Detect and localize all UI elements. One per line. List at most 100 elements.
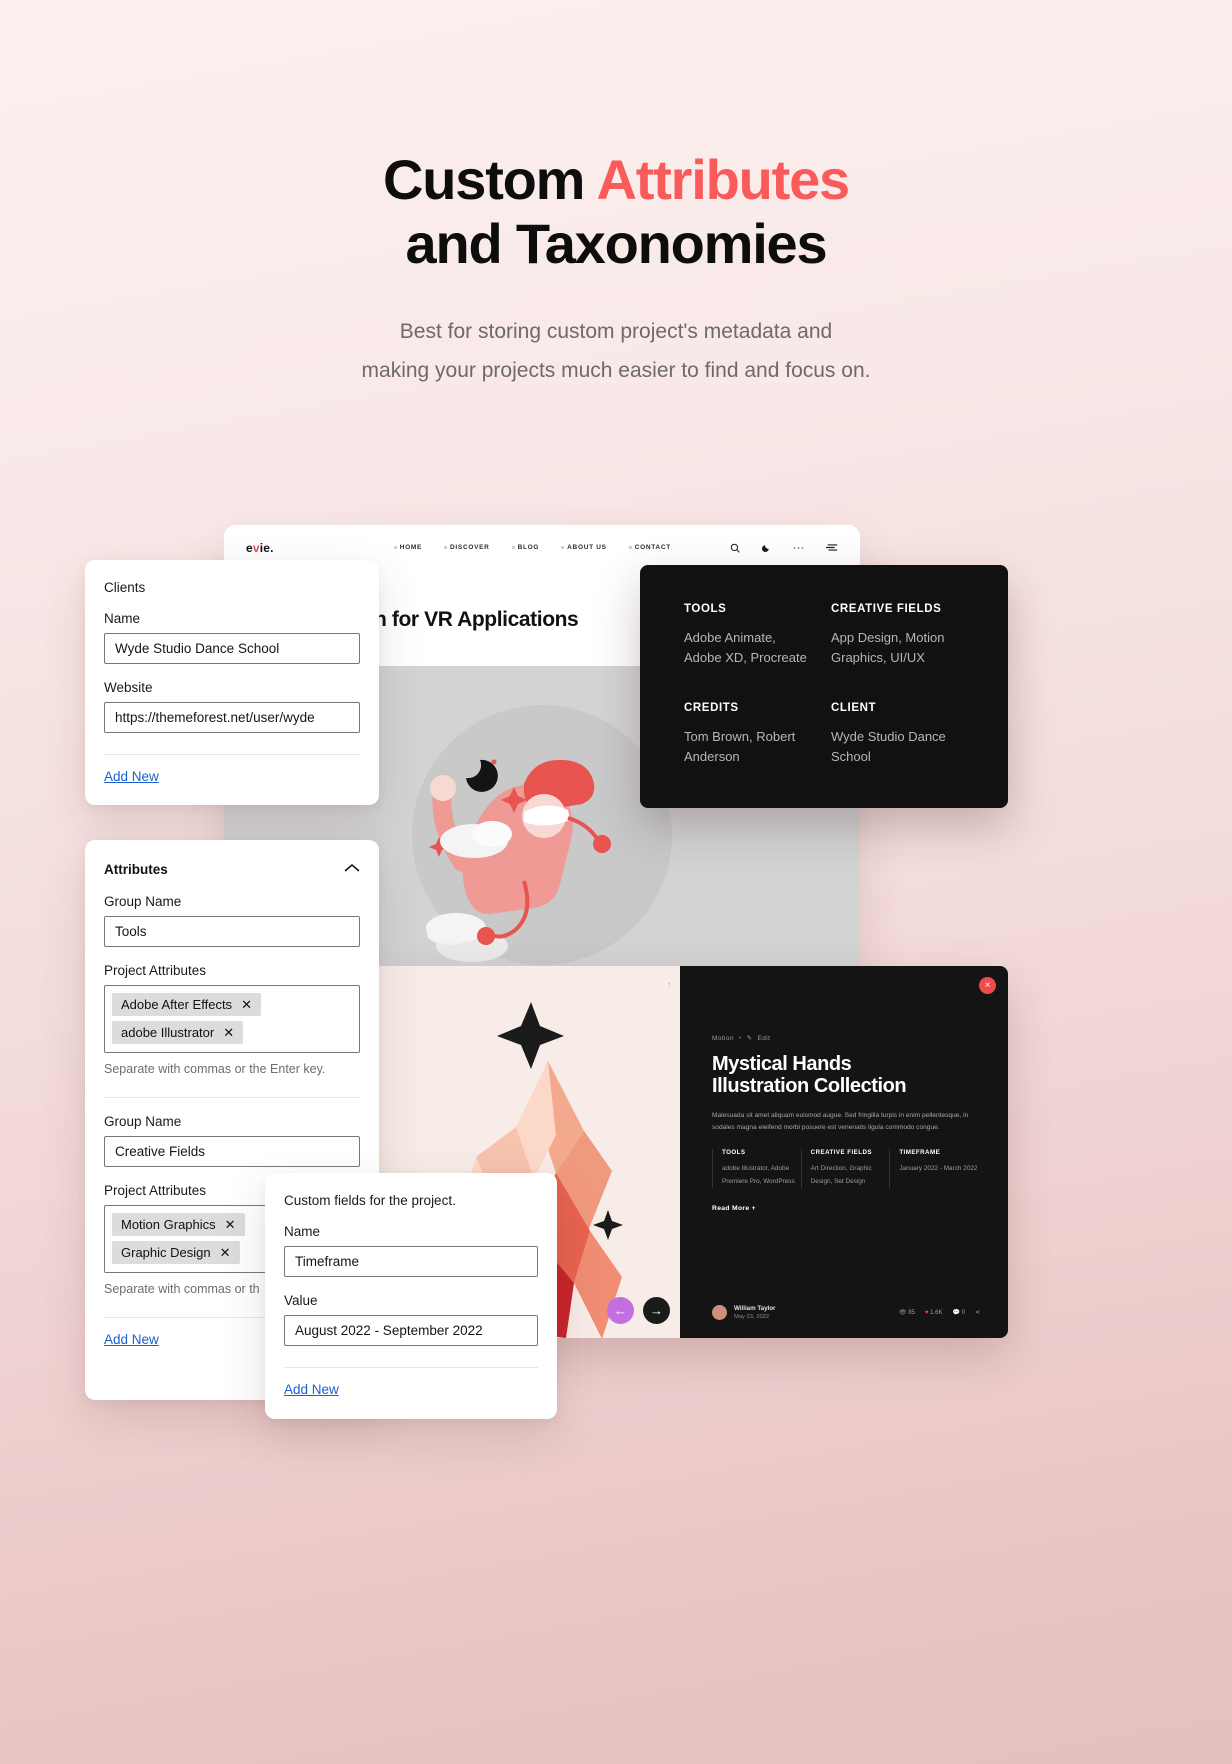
author-date: May 23, 2022 bbox=[734, 1314, 770, 1320]
portfolio-title-line1: Mystical Hands bbox=[712, 1053, 852, 1075]
custom-field-value-input[interactable]: August 2022 - September 2022 bbox=[284, 1315, 538, 1346]
portfolio-meta-value-tools: adobe Illustrator, Adobe Premiere Pro, W… bbox=[722, 1165, 795, 1185]
meta-heading-tools: TOOLS bbox=[684, 603, 727, 615]
attributes-card-header: Attributes bbox=[104, 860, 360, 878]
portfolio-meta-grid: TOOLS adobe Illustrator, Adobe Premiere … bbox=[712, 1149, 978, 1189]
chip-graphic-design[interactable]: Graphic Design ✕ bbox=[112, 1241, 240, 1264]
chip-remove-icon[interactable]: ✕ bbox=[241, 998, 252, 1011]
search-icon[interactable] bbox=[730, 543, 740, 553]
portfolio-title-line2: Illustration Collection bbox=[712, 1075, 907, 1098]
custom-fields-divider bbox=[284, 1367, 538, 1368]
share-icon[interactable]: ⋖ bbox=[975, 1309, 980, 1316]
custom-fields-card: Custom fields for the project. Name Time… bbox=[265, 1173, 557, 1419]
clients-add-new-link[interactable]: Add New bbox=[104, 769, 159, 784]
read-more-button[interactable]: Read More + bbox=[712, 1205, 978, 1212]
portfolio-meta-tools: TOOLS adobe Illustrator, Adobe Premiere … bbox=[712, 1149, 801, 1189]
project-attributes-label-1: Project Attributes bbox=[104, 963, 207, 978]
nav-item-home[interactable]: HOME bbox=[394, 544, 422, 551]
author-block: William Taylor May 23, 2022 bbox=[734, 1305, 775, 1320]
page-title: Custom Attributes and Taxonomies bbox=[0, 148, 1232, 277]
chip-label: Graphic Design bbox=[121, 1245, 211, 1260]
scroll-indicator: ↑ bbox=[667, 980, 671, 989]
filter-icon[interactable] bbox=[826, 543, 838, 552]
attributes-add-new-link[interactable]: Add New bbox=[104, 1332, 159, 1347]
close-icon[interactable]: × bbox=[979, 977, 996, 994]
attributes-divider-1 bbox=[104, 1097, 360, 1098]
meta-value-credits: Tom Brown, Robert Anderson bbox=[684, 729, 796, 765]
more-icon[interactable] bbox=[793, 546, 804, 550]
attribute-group-tools: Group Name Tools Project Attributes Adob… bbox=[104, 894, 360, 1098]
chip-remove-icon[interactable]: ✕ bbox=[223, 1026, 234, 1039]
group-name-label-2: Group Name bbox=[104, 1114, 182, 1129]
group-name-input-2[interactable]: Creative Fields bbox=[104, 1136, 360, 1167]
page-title-part1: Custom bbox=[383, 148, 597, 211]
client-website-input[interactable]: https://themeforest.net/user/wyde bbox=[104, 702, 360, 733]
meta-block-tools: TOOLS Adobe Animate, Adobe XD, Procreate bbox=[684, 603, 817, 668]
custom-field-name-label: Name bbox=[284, 1224, 321, 1239]
page-subtitle-line2: making your projects much easier to find… bbox=[361, 358, 871, 382]
meta-value-tools: Adobe Animate, Adobe XD, Procreate bbox=[684, 630, 807, 666]
chip-motion-graphics[interactable]: Motion Graphics ✕ bbox=[112, 1213, 245, 1236]
logo-v: v bbox=[252, 540, 260, 555]
portfolio-details: × Motion • ✎ Edit Mystical Hands Illustr… bbox=[680, 966, 1008, 1338]
meta-heading-credits: CREDITS bbox=[684, 702, 739, 715]
nav-item-blog[interactable]: BLOG bbox=[512, 544, 540, 551]
chip-remove-icon[interactable]: ✕ bbox=[225, 1218, 236, 1231]
page-subtitle-line1: Best for storing custom project's metada… bbox=[399, 319, 833, 343]
group-name-label-1: Group Name bbox=[104, 894, 182, 909]
avatar bbox=[712, 1305, 727, 1320]
client-name-input[interactable]: Wyde Studio Dance School bbox=[104, 633, 360, 664]
page-title-part2: and Taxonomies bbox=[405, 212, 828, 276]
clients-card: Clients Name Wyde Studio Dance School We… bbox=[85, 560, 379, 805]
portfolio-meta-heading-timeframe: TIMEFRAME bbox=[899, 1149, 941, 1157]
portfolio-stats: 👁 85 ♥ 1.6K 💬 0 ⋖ bbox=[899, 1309, 980, 1317]
portfolio-description: Malesuada sit amet aliquam euismod augue… bbox=[712, 1111, 969, 1131]
chip-adobe-after-effects[interactable]: Adobe After Effects ✕ bbox=[112, 993, 261, 1016]
nav-item-about-us[interactable]: ABOUT US bbox=[561, 544, 607, 551]
breadcrumb-edit[interactable]: Edit bbox=[757, 1035, 770, 1042]
stat-comments-value: 0 bbox=[961, 1310, 965, 1316]
custom-field-name-input[interactable]: Timeframe bbox=[284, 1246, 538, 1277]
chevron-up-icon[interactable] bbox=[344, 860, 360, 878]
meta-block-creative-fields: CREATIVE FIELDS App Design, Motion Graph… bbox=[831, 603, 964, 668]
author-name: William Taylor bbox=[734, 1305, 776, 1312]
meta-block-client: CLIENT Wyde Studio Dance School bbox=[831, 702, 964, 767]
portfolio-meta-value-timeframe: January 2022 - March 2022 bbox=[899, 1165, 978, 1173]
site-logo[interactable]: evie. bbox=[246, 541, 274, 555]
stat-likes-value: 1.6K bbox=[930, 1309, 943, 1316]
portfolio-title: Mystical Hands Illustration Collection bbox=[712, 1053, 978, 1098]
arrow-left-icon[interactable]: ← bbox=[607, 1297, 634, 1324]
portfolio-meta-creative-fields: CREATIVE FIELDS Art Direction, Graphic D… bbox=[800, 1149, 890, 1189]
meta-heading-client: CLIENT bbox=[831, 702, 877, 715]
meta-block-credits: CREDITS Tom Brown, Robert Anderson bbox=[684, 702, 817, 767]
nav-item-contact[interactable]: CONTACT bbox=[629, 544, 671, 551]
page-title-accent: Attributes bbox=[596, 148, 851, 211]
attributes-card-title: Attributes bbox=[104, 861, 168, 877]
pencil-icon: ✎ bbox=[746, 1035, 753, 1042]
page-subtitle: Best for storing custom project's metada… bbox=[0, 313, 1232, 391]
stat-views: 👁 85 bbox=[899, 1309, 915, 1316]
nav-item-discover[interactable]: DISCOVER bbox=[444, 544, 490, 551]
stat-comments[interactable]: 💬 0 bbox=[952, 1309, 965, 1316]
chip-remove-icon[interactable]: ✕ bbox=[220, 1246, 231, 1259]
custom-field-value-label: Value bbox=[284, 1293, 318, 1308]
group-name-input-1[interactable]: Tools bbox=[104, 916, 360, 947]
read-more-label: Read More bbox=[712, 1205, 750, 1213]
clients-card-title: Clients bbox=[104, 580, 146, 595]
breadcrumb-category[interactable]: Motion bbox=[712, 1035, 734, 1042]
portfolio-breadcrumb: Motion • ✎ Edit bbox=[712, 1034, 978, 1043]
client-website-label: Website bbox=[104, 680, 153, 695]
project-attributes-input-1[interactable]: Adobe After Effects ✕ adobe Illustrator … bbox=[104, 985, 360, 1053]
carousel-controls: ← → bbox=[607, 1297, 670, 1324]
custom-fields-add-new-link[interactable]: Add New bbox=[284, 1382, 339, 1397]
portfolio-meta-timeframe: TIMEFRAME January 2022 - March 2022 bbox=[889, 1149, 978, 1189]
stat-likes[interactable]: ♥ 1.6K bbox=[925, 1310, 943, 1316]
logo-e: e bbox=[246, 540, 253, 555]
chip-label: Motion Graphics bbox=[121, 1217, 216, 1232]
chip-adobe-illustrator[interactable]: adobe Illustrator ✕ bbox=[112, 1021, 244, 1044]
navbar-icons bbox=[730, 543, 838, 553]
meta-value-creative-fields: App Design, Motion Graphics, UI/UX bbox=[831, 630, 945, 666]
heart-icon: ♥ bbox=[924, 1309, 929, 1316]
moon-icon[interactable] bbox=[762, 543, 771, 552]
arrow-right-icon[interactable]: → bbox=[643, 1297, 670, 1324]
